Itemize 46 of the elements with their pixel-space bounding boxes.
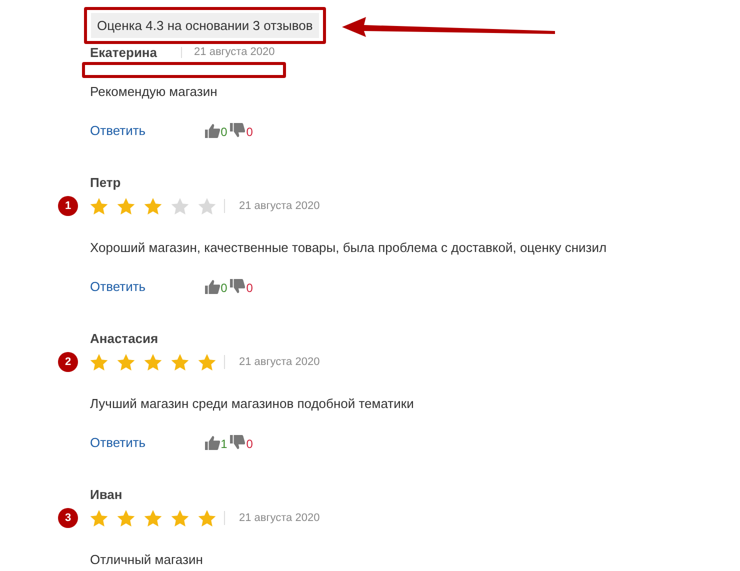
number-badge: 3 bbox=[58, 508, 78, 528]
reply-link[interactable]: Ответить bbox=[90, 122, 146, 138]
star-icon bbox=[90, 354, 108, 370]
reviewer-name: Екатерина bbox=[90, 44, 158, 60]
thumbs-up-icon[interactable] bbox=[204, 434, 220, 450]
star-icon bbox=[90, 198, 108, 214]
star-icon bbox=[90, 510, 108, 526]
star-icon bbox=[144, 354, 162, 370]
dislike-count: 0 bbox=[246, 281, 253, 295]
rating-summary: Оценка 4.3 на основании 3 отзывов bbox=[91, 13, 319, 38]
review-date: 21 августа 2020 bbox=[239, 512, 320, 524]
star-icon bbox=[198, 354, 216, 370]
star-icon bbox=[198, 198, 216, 214]
dislike-count: 0 bbox=[246, 125, 253, 139]
like-count: 0 bbox=[220, 125, 228, 139]
star-icon bbox=[171, 198, 189, 214]
reviewer-name: Петр bbox=[90, 174, 121, 190]
star-icon bbox=[198, 510, 216, 526]
review-date: 21 августа 2020 bbox=[239, 356, 320, 368]
reply-link[interactable]: Ответить bbox=[90, 278, 146, 294]
star-icon bbox=[144, 510, 162, 526]
like-count: 1 bbox=[220, 437, 228, 451]
review-text: Лучший магазин среди магазинов подобной тематики bbox=[90, 396, 415, 412]
star-icon bbox=[171, 354, 189, 370]
number-badge: 2 bbox=[58, 352, 78, 372]
thumbs-up-icon[interactable] bbox=[204, 122, 220, 138]
dislike-count: 0 bbox=[246, 437, 253, 451]
review-text: Рекомендую магазин bbox=[90, 84, 218, 100]
number-badge: 1 bbox=[58, 196, 78, 216]
thumbs-down-icon[interactable] bbox=[230, 278, 246, 294]
star-icon bbox=[117, 510, 135, 526]
star-icon bbox=[171, 510, 189, 526]
reviewer-name: Иван bbox=[90, 486, 122, 502]
review-date: 21 августа 2020 bbox=[239, 200, 320, 212]
star-icon bbox=[117, 198, 135, 214]
star-icon bbox=[144, 198, 162, 214]
star-icon bbox=[117, 354, 135, 370]
thumbs-down-icon[interactable] bbox=[230, 434, 246, 450]
thumbs-up-icon[interactable] bbox=[204, 278, 220, 294]
thumbs-down-icon[interactable] bbox=[230, 122, 246, 138]
like-count: 0 bbox=[220, 281, 228, 295]
reviewer-name: Анастасия bbox=[90, 330, 158, 346]
review-text: Хороший магазин, качественные товары, была проблема с доставкой, оценку снизил bbox=[90, 240, 608, 256]
review-text: Отличный магазин bbox=[90, 552, 204, 568]
review-date: 21 августа 2020 bbox=[194, 46, 275, 58]
reply-link[interactable]: Ответить bbox=[90, 434, 146, 450]
